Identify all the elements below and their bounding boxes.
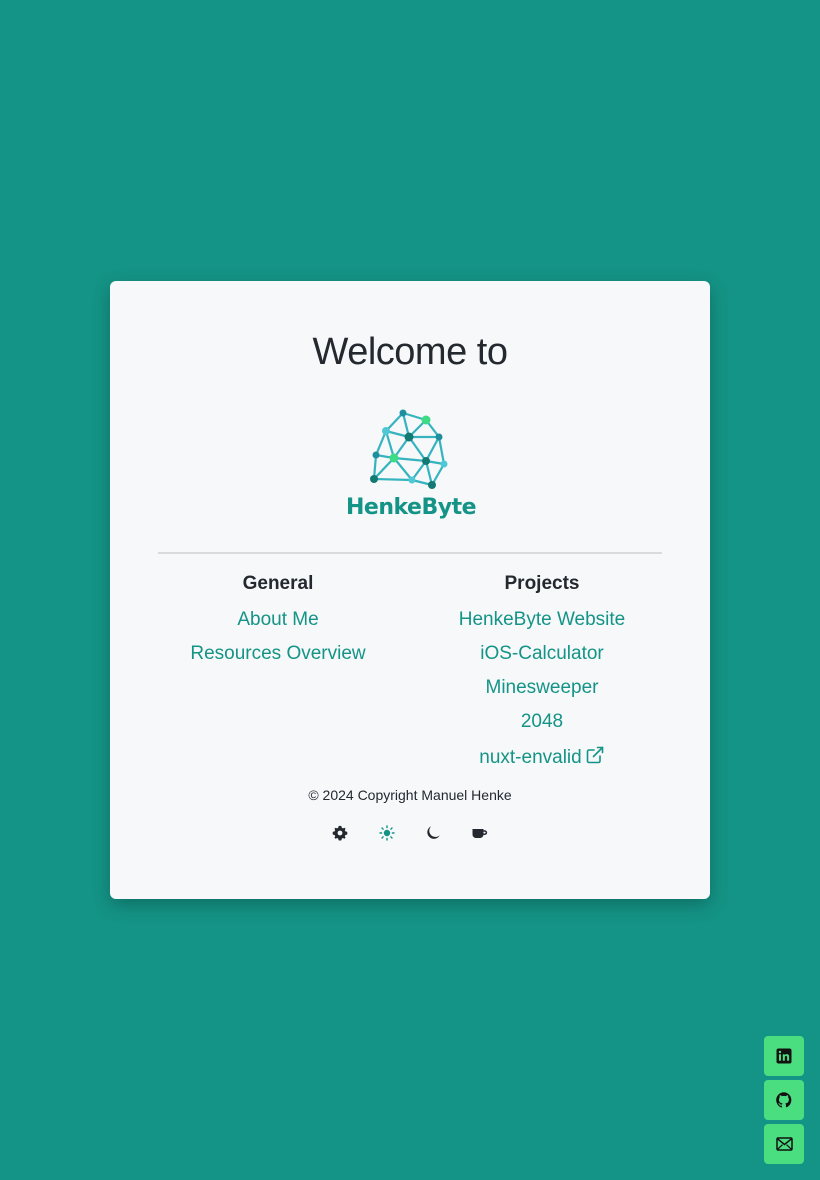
coffee-icon <box>472 829 488 838</box>
external-link-icon <box>586 746 604 764</box>
link-2048[interactable]: 2048 <box>422 705 662 739</box>
mail-icon <box>775 1137 793 1151</box>
link-henkebyte-website[interactable]: HenkeByte Website <box>422 603 662 637</box>
github-button[interactable] <box>764 1080 804 1120</box>
page-title: Welcome to <box>312 331 508 373</box>
moon-icon <box>427 826 441 839</box>
sun-icon <box>378 825 395 841</box>
link-about-me[interactable]: About Me <box>158 603 398 637</box>
link-resources-overview[interactable]: Resources Overview <box>158 637 398 671</box>
network-logo-icon <box>370 409 448 489</box>
linkedin-icon <box>776 1048 792 1064</box>
theme-switcher <box>330 823 490 843</box>
github-icon <box>776 1092 792 1108</box>
link-ios-calculator[interactable]: iOS-Calculator <box>422 637 662 671</box>
welcome-card: Welcome to HenkeByte General About Me Re… <box>110 281 710 899</box>
copyright-text: © 2024 Copyright Manuel Henke <box>308 787 512 803</box>
gear-icon <box>332 825 348 841</box>
projects-heading: Projects <box>504 573 580 594</box>
henkebyte-logo: HenkeByte <box>346 407 477 525</box>
divider <box>158 552 662 554</box>
link-nuxt-envalid-label: nuxt-envalid <box>479 747 582 768</box>
link-minesweeper[interactable]: Minesweeper <box>422 671 662 705</box>
theme-coffee-button[interactable] <box>470 823 490 843</box>
general-heading: General <box>242 573 314 594</box>
general-section: General About Me Resources Overview <box>158 573 398 671</box>
theme-system-button[interactable] <box>330 823 350 843</box>
linkedin-button[interactable] <box>764 1036 804 1076</box>
theme-dark-button[interactable] <box>423 823 443 843</box>
theme-light-button[interactable] <box>377 823 397 843</box>
mail-button[interactable] <box>764 1124 804 1164</box>
link-nuxt-envalid[interactable]: nuxt-envalid <box>422 741 662 775</box>
projects-section: Projects HenkeByte Website iOS-Calculato… <box>422 573 662 775</box>
logo-wordmark: HenkeByte <box>346 495 477 520</box>
